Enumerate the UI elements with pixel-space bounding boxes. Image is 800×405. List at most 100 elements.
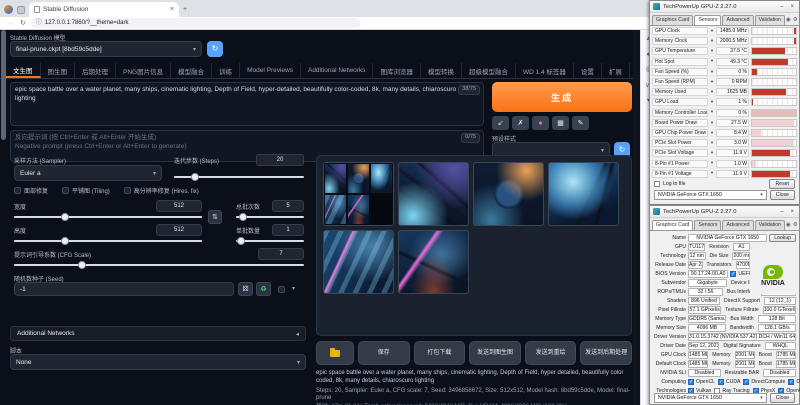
checkpoint-refresh-button[interactable]: ↻ xyxy=(207,41,223,57)
settings-gear-icon[interactable]: ⚙ xyxy=(793,223,798,229)
gpuz-tab[interactable]: Sensors xyxy=(694,220,721,230)
webui-tab[interactable]: 模型转换 xyxy=(421,63,462,78)
gpuz-title-bar[interactable]: TechPowerUp GPU-Z 2.27.0 – × xyxy=(650,206,799,218)
chevron-down-icon[interactable]: ▾ xyxy=(708,29,716,34)
batch-size-slider[interactable] xyxy=(236,240,304,242)
option-checkbox[interactable]: 平铺图 (Tiling) xyxy=(62,186,110,195)
close-button[interactable]: Close xyxy=(770,393,795,403)
gallery-thumb-grid[interactable] xyxy=(323,162,394,226)
page-scrollbar[interactable] xyxy=(633,30,640,405)
gallery-thumb[interactable] xyxy=(323,230,394,294)
height-slider[interactable] xyxy=(14,240,202,242)
checkbox-box[interactable] xyxy=(62,187,69,194)
gallery-thumb[interactable] xyxy=(473,162,544,226)
chevron-down-icon[interactable]: ▾ xyxy=(708,151,716,156)
gpuz-tab[interactable]: Graphics Card xyxy=(652,15,693,25)
gpu-select-dropdown[interactable]: NVIDIA GeForce GTX 1650 ▾ xyxy=(654,190,767,200)
gpu-select-dropdown[interactable]: NVIDIA GeForce GTX 1650 ▾ xyxy=(654,393,767,403)
webui-tab[interactable]: 后期处理 xyxy=(75,63,116,78)
profile-avatar[interactable] xyxy=(4,5,13,14)
chevron-down-icon[interactable]: ▾ xyxy=(708,161,716,166)
checkbox-box[interactable] xyxy=(14,187,21,194)
checkbox-box[interactable] xyxy=(124,187,131,194)
webui-tab[interactable]: 扩展 xyxy=(602,63,630,78)
webui-tab[interactable]: 设置 xyxy=(574,63,602,78)
tab-close-icon[interactable]: × xyxy=(170,6,174,13)
seed-input[interactable]: -1 xyxy=(14,282,234,296)
page-scrollbar-thumb[interactable] xyxy=(1,30,6,140)
gpuz-tab[interactable]: Advanced xyxy=(722,15,753,25)
settings-gear-icon[interactable]: ⚙ xyxy=(793,18,798,24)
option-checkbox[interactable]: 高分辨率修复 (Hires. fix) xyxy=(124,186,199,195)
chevron-down-icon[interactable]: ▾ xyxy=(708,59,716,64)
random-seed-button[interactable]: ⚄ xyxy=(238,282,253,296)
log-to-file-checkbox[interactable] xyxy=(654,181,660,187)
steps-value[interactable]: 20 xyxy=(256,154,304,166)
save-button[interactable]: 保存 xyxy=(358,341,410,365)
chevron-down-icon[interactable]: ▾ xyxy=(708,131,716,136)
option-checkbox[interactable]: 面部修复 xyxy=(14,186,48,195)
apply-style-button[interactable]: ▦ xyxy=(552,116,569,130)
gpuz-tab[interactable]: Graphics Card xyxy=(652,220,693,230)
chevron-down-icon[interactable]: ▾ xyxy=(708,141,716,146)
chevron-down-icon[interactable]: ▾ xyxy=(292,285,295,292)
gpuz-tab[interactable]: Sensors xyxy=(694,15,721,25)
webui-tab[interactable]: 超级模型融合 xyxy=(462,63,516,78)
webui-tab[interactable]: 训练 xyxy=(212,63,240,78)
extra-networks-button[interactable]: ● xyxy=(532,116,549,130)
chevron-down-icon[interactable]: ▾ xyxy=(708,49,716,54)
width-slider[interactable] xyxy=(14,216,202,218)
webui-tab[interactable]: 文生图 xyxy=(6,63,41,78)
additional-networks-accordion[interactable]: Additional Networks ◂ xyxy=(10,326,306,341)
screenshot-icon[interactable]: ◉ xyxy=(786,18,791,24)
batch-count-value[interactable]: 5 xyxy=(272,200,304,212)
open-folder-button[interactable] xyxy=(316,341,354,365)
lookup-button[interactable]: Lookup xyxy=(769,234,796,242)
webui-tab[interactable]: Additional Networks xyxy=(301,63,373,78)
gpuz-tab[interactable]: Advanced xyxy=(722,220,753,230)
webui-tab[interactable]: 图生图 xyxy=(41,63,76,78)
screenshot-icon[interactable]: ◉ xyxy=(786,223,791,229)
new-tab-button[interactable]: + xyxy=(183,6,187,13)
chevron-down-icon[interactable]: ▾ xyxy=(708,70,716,75)
send-to-img2img-button[interactable]: 发送到图生图 xyxy=(469,341,521,365)
cfg-value[interactable]: 7 xyxy=(258,248,304,260)
zip-download-button[interactable]: 打包下载 xyxy=(414,341,466,365)
site-info-icon[interactable]: ⓘ xyxy=(36,20,42,26)
back-icon[interactable]: ← xyxy=(8,20,15,27)
minimize-icon[interactable]: – xyxy=(778,4,785,10)
webui-tab[interactable]: Model Previews xyxy=(240,63,301,78)
chevron-down-icon[interactable]: ▾ xyxy=(708,90,716,95)
batch-count-slider[interactable] xyxy=(236,216,304,218)
batch-size-value[interactable]: 1 xyxy=(272,224,304,236)
sampler-dropdown[interactable]: Euler a ▾ xyxy=(14,165,162,181)
browser-tab[interactable]: Stable Diffusion × xyxy=(29,2,179,17)
reuse-seed-button[interactable]: ♻ xyxy=(256,282,271,296)
checkpoint-dropdown[interactable]: final-prune.ckpt [8bd59c5dde] ▾ xyxy=(10,41,202,57)
chevron-down-icon[interactable]: ▾ xyxy=(708,100,716,105)
chevron-down-icon[interactable]: ▾ xyxy=(708,171,716,176)
gallery-thumb[interactable] xyxy=(398,162,469,226)
chevron-down-icon[interactable]: ▾ xyxy=(708,121,716,126)
webui-tab[interactable]: WD 1.4 标签器 xyxy=(516,63,574,78)
reset-button[interactable]: Reset xyxy=(769,179,795,189)
send-to-extras-button[interactable]: 发送到后期处理 xyxy=(580,341,632,365)
width-value[interactable]: 512 xyxy=(156,200,202,212)
generate-button[interactable]: 生成 xyxy=(492,82,632,112)
webui-tab[interactable]: PNG图片信息 xyxy=(116,63,171,78)
height-value[interactable]: 512 xyxy=(156,224,202,236)
extra-seed-checkbox[interactable] xyxy=(278,286,285,293)
gpuz-tab[interactable]: Validation xyxy=(755,220,785,230)
chevron-down-icon[interactable]: ▾ xyxy=(708,39,716,44)
checkbox-box[interactable] xyxy=(278,286,285,293)
minimize-icon[interactable]: – xyxy=(778,209,785,215)
gpuz-tab[interactable]: Validation xyxy=(755,15,785,25)
prompt-input[interactable]: epic space battle over a water planet, m… xyxy=(11,83,483,125)
webui-tab[interactable]: 图库浏览器 xyxy=(373,63,421,78)
refresh-icon[interactable]: ↻ xyxy=(20,20,26,27)
read-params-button[interactable]: ↙ xyxy=(492,116,509,130)
clear-prompt-button[interactable]: ✗ xyxy=(512,116,529,130)
gpuz-title-bar[interactable]: TechPowerUp GPU-Z 2.27.0 – × xyxy=(650,1,799,13)
close-icon[interactable]: × xyxy=(788,209,796,215)
workspace-icon[interactable] xyxy=(17,6,25,14)
